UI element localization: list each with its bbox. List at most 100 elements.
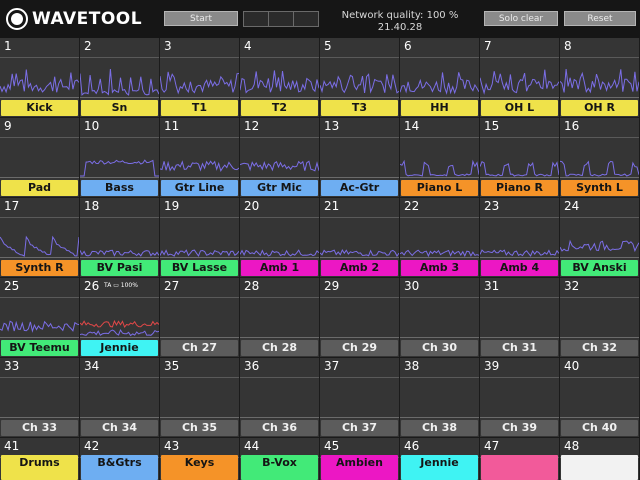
divider — [160, 297, 239, 298]
waveform-baseline — [400, 337, 479, 338]
channel-cell-42[interactable]: 42 B&Gtrs — [80, 438, 159, 480]
channel-cell-10[interactable]: 10 Bass — [80, 118, 159, 197]
divider — [320, 297, 399, 298]
channel-cell-44[interactable]: 44 B-Vox — [240, 438, 319, 480]
battery-indicator: TA ▭ 100% — [104, 282, 138, 289]
channel-cell-17[interactable]: 17 Synth R — [0, 198, 79, 277]
battery-icon: ▭ — [111, 282, 121, 289]
channel-cell-2[interactable]: 2 Sn — [80, 38, 159, 117]
channel-cell-27[interactable]: 27 Ch 27 — [160, 278, 239, 357]
channel-cell-48[interactable]: 48 — [560, 438, 639, 480]
channel-label: OH R — [561, 100, 638, 116]
channel-cell-16[interactable]: 16 Synth L — [560, 118, 639, 197]
channel-label: Bass — [81, 180, 158, 196]
channel-cell-38[interactable]: 38 Ch 38 — [400, 358, 479, 437]
battery-level: 100% — [120, 282, 138, 289]
waveform-baseline — [560, 337, 639, 338]
channel-cell-45[interactable]: 45 Ambien — [320, 438, 399, 480]
channel-cell-19[interactable]: 19 BV Lasse — [160, 198, 239, 277]
channel-label: Ch 34 — [81, 420, 158, 436]
channel-cell-12[interactable]: 12 Gtr Mic — [240, 118, 319, 197]
channel-cell-7[interactable]: 7 OH L — [480, 38, 559, 117]
channel-cell-46[interactable]: 46 Jennie — [400, 438, 479, 480]
channel-cell-40[interactable]: 40 Ch 40 — [560, 358, 639, 437]
divider — [560, 297, 639, 298]
channel-cell-33[interactable]: 33 Ch 33 — [0, 358, 79, 437]
segment-middle[interactable] — [269, 12, 294, 26]
channel-label: Gtr Mic — [241, 180, 318, 196]
channel-cell-41[interactable]: 41 Drums — [0, 438, 79, 480]
channel-number: 16 — [564, 119, 580, 133]
channel-label: T3 — [321, 100, 398, 116]
channel-cell-39[interactable]: 39 Ch 39 — [480, 358, 559, 437]
waveform — [240, 70, 319, 94]
channel-label: Jennie — [81, 340, 158, 356]
channel-cell-36[interactable]: 36 Ch 36 — [240, 358, 319, 437]
channel-cell-3[interactable]: 3 T1 — [160, 38, 239, 117]
channel-cell-25[interactable]: 25 BV Teemu — [0, 278, 79, 357]
channel-cell-21[interactable]: 21 Amb 2 — [320, 198, 399, 277]
channel-number: 22 — [404, 199, 420, 213]
divider — [320, 377, 399, 378]
channel-cell-30[interactable]: 30 Ch 30 — [400, 278, 479, 357]
channel-cell-11[interactable]: 11 Gtr Line — [160, 118, 239, 197]
channel-label: Ambien — [321, 455, 398, 480]
waveform-baseline — [160, 337, 239, 338]
channel-label — [561, 455, 638, 480]
channel-cell-26[interactable]: 26 TA ▭ 100% Jennie — [80, 278, 159, 357]
channel-cell-43[interactable]: 43 Keys — [160, 438, 239, 480]
channel-number: 20 — [244, 199, 260, 213]
channel-label: T2 — [241, 100, 318, 116]
channel-cell-29[interactable]: 29 Ch 29 — [320, 278, 399, 357]
channel-number: 34 — [84, 359, 100, 373]
waveform — [160, 160, 239, 173]
channel-cell-20[interactable]: 20 Amb 1 — [240, 198, 319, 277]
network-quality-text: Network quality: 100 % — [341, 10, 459, 21]
channel-label: Amb 2 — [321, 260, 398, 276]
segment-control[interactable] — [243, 11, 319, 27]
waveform — [80, 69, 159, 96]
channel-number: 43 — [164, 439, 180, 453]
channel-label: Ch 29 — [321, 340, 398, 356]
channel-label: Ch 33 — [1, 420, 78, 436]
channel-label: Amb 1 — [241, 260, 318, 276]
start-button[interactable]: Start — [164, 11, 238, 26]
reset-button[interactable]: Reset — [564, 11, 636, 26]
channel-cell-14[interactable]: 14 Piano L — [400, 118, 479, 197]
channel-cell-37[interactable]: 37 Ch 37 — [320, 358, 399, 437]
channel-cell-4[interactable]: 4 T2 — [240, 38, 319, 117]
waveform — [560, 69, 639, 94]
channel-cell-15[interactable]: 15 Piano R — [480, 118, 559, 197]
channel-cell-18[interactable]: 18 BV Pasi — [80, 198, 159, 277]
channel-cell-31[interactable]: 31 Ch 31 — [480, 278, 559, 357]
channel-cell-34[interactable]: 34 Ch 34 — [80, 358, 159, 437]
channel-cell-13[interactable]: 13 Ac-Gtr — [320, 118, 399, 197]
channel-cell-32[interactable]: 32 Ch 32 — [560, 278, 639, 357]
channel-cell-35[interactable]: 35 Ch 35 — [160, 358, 239, 437]
channel-cell-47[interactable]: 47 — [480, 438, 559, 480]
channel-cell-24[interactable]: 24 BV Anski — [560, 198, 639, 277]
channel-cell-22[interactable]: 22 Amb 3 — [400, 198, 479, 277]
channel-cell-6[interactable]: 6 HH — [400, 38, 479, 117]
waveform-baseline — [480, 337, 559, 338]
segment-left[interactable] — [244, 12, 269, 26]
channel-cell-1[interactable]: 1 Kick — [0, 38, 79, 117]
channel-cell-5[interactable]: 5 T3 — [320, 38, 399, 117]
channel-number: 13 — [324, 119, 340, 133]
channel-cell-8[interactable]: 8 OH R — [560, 38, 639, 117]
channel-number: 31 — [484, 279, 500, 293]
channel-cell-28[interactable]: 28 Ch 28 — [240, 278, 319, 357]
channel-number: 26 — [84, 279, 100, 293]
channel-cell-9[interactable]: 9 Pad — [0, 118, 79, 197]
waveform-baseline — [320, 177, 399, 178]
solo-clear-button[interactable]: Solo clear — [484, 11, 558, 26]
channel-number: 42 — [84, 439, 100, 453]
channel-cell-23[interactable]: 23 Amb 4 — [480, 198, 559, 277]
waveform — [320, 249, 399, 257]
channel-label: B-Vox — [241, 455, 318, 480]
channel-number: 19 — [164, 199, 180, 213]
channel-label: Synth R — [1, 260, 78, 276]
segment-right[interactable] — [294, 12, 318, 26]
channel-label: Ch 30 — [401, 340, 478, 356]
channel-number: 5 — [324, 39, 332, 53]
